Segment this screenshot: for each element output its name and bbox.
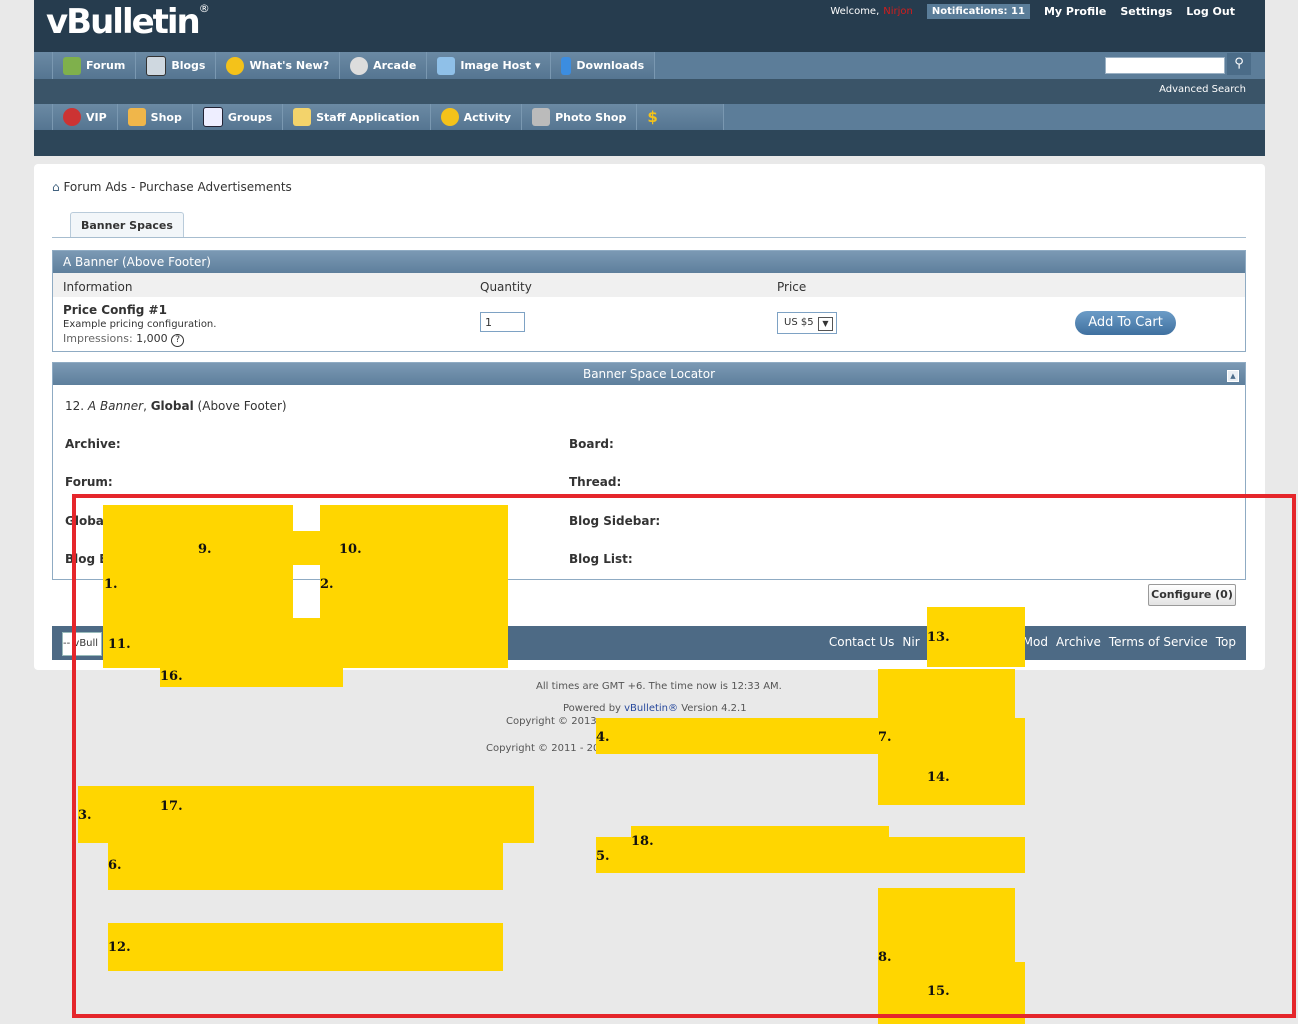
help-icon[interactable]: ? <box>171 334 185 347</box>
price-config-desc: Example pricing configuration. <box>63 319 217 330</box>
home-icon[interactable]: ⌂ <box>52 180 60 194</box>
staff-icon <box>293 108 312 126</box>
welcome-text: Welcome, <box>830 6 880 17</box>
red-frame <box>72 494 1296 1018</box>
board-label: Board: <box>569 437 614 451</box>
top-user-links: Welcome, Nirjon Notifications: 11 My Pro… <box>830 4 1235 19</box>
price-select[interactable]: US $5 ▼ <box>777 312 837 334</box>
add-to-cart-button[interactable]: Add To Cart <box>1075 311 1176 335</box>
price-config-name: Price Config #1 <box>63 303 167 317</box>
photo-shop-icon <box>532 108 551 126</box>
column-header-row <box>53 273 1245 297</box>
tab-downloads[interactable]: Downloads <box>551 52 656 79</box>
shop-icon <box>127 108 146 126</box>
tab-activity[interactable]: Activity <box>430 104 523 130</box>
tab-vip[interactable]: VIP <box>53 104 118 130</box>
locator-line: 12. A Banner, Global (Above Footer) <box>65 399 287 413</box>
site-header: vBulletin® Welcome, Nirjon Notifications… <box>34 0 1265 156</box>
col-price: Price <box>777 280 807 294</box>
tab-image-host[interactable]: Image Host ▾ <box>427 52 552 79</box>
log-out-link[interactable]: Log Out <box>1186 5 1235 18</box>
tab-forum[interactable]: Forum <box>53 52 137 79</box>
forum-label: Forum: <box>65 475 113 489</box>
blogs-icon <box>146 55 167 76</box>
new-icon <box>226 56 245 75</box>
download-arrow-icon <box>561 56 572 75</box>
tab-divider <box>52 237 1246 238</box>
vip-icon <box>63 108 81 126</box>
impressions-row: Impressions: 1,000 ? <box>63 332 185 347</box>
tab-arcade[interactable]: Arcade <box>340 52 428 79</box>
search-icon[interactable]: ⚲ <box>1227 53 1251 75</box>
advanced-search-link[interactable]: Advanced Search <box>1159 84 1246 95</box>
col-quantity: Quantity <box>480 280 532 294</box>
tab-staff-application[interactable]: Staff Application <box>283 104 431 130</box>
nav-substrip <box>34 79 1265 104</box>
tab-donate[interactable]: $ <box>637 104 725 130</box>
vbulletin-logo[interactable]: vBulletin® <box>46 2 210 42</box>
image-host-icon <box>437 56 456 75</box>
tab-groups[interactable]: Groups <box>192 104 284 130</box>
activity-icon <box>440 108 459 126</box>
secondary-nav: VIP Shop Groups Staff Application Activi… <box>34 104 1265 130</box>
chevron-down-icon: ▼ <box>818 317 833 331</box>
tab-photo-shop[interactable]: Photo Shop <box>522 104 638 130</box>
col-information: Information <box>63 280 133 294</box>
locator-title: Banner Space Locator <box>53 363 1245 385</box>
archive-label: Archive: <box>65 437 121 451</box>
search-input[interactable] <box>1105 57 1225 74</box>
notifications-menu[interactable]: Notifications: 11 <box>926 4 1030 19</box>
my-profile-link[interactable]: My Profile <box>1044 5 1106 18</box>
tab-blogs[interactable]: Blogs <box>136 52 217 79</box>
tab-whats-new[interactable]: What's New? <box>216 52 341 79</box>
thread-label: Thread: <box>569 475 622 489</box>
breadcrumb: ⌂ Forum Ads - Purchase Advertisements <box>52 180 292 194</box>
tab-shop[interactable]: Shop <box>117 104 193 130</box>
nav-bottom-strip <box>34 130 1265 156</box>
forum-icon <box>63 56 81 75</box>
dollar-icon: $ <box>647 108 658 126</box>
primary-nav: Forum Blogs What's New? Arcade Image Hos… <box>34 52 1265 79</box>
quantity-input[interactable]: 1 <box>480 312 525 332</box>
arcade-icon <box>350 56 369 75</box>
banner-purchase-block: A Banner (Above Footer) Information Quan… <box>52 250 1246 352</box>
tab-banner-spaces[interactable]: Banner Spaces <box>70 212 184 238</box>
username-link[interactable]: Nirjon <box>883 6 913 17</box>
groups-icon <box>202 107 223 127</box>
settings-link[interactable]: Settings <box>1120 5 1172 18</box>
collapse-icon[interactable]: ▲ <box>1227 370 1239 382</box>
banner-block-title: A Banner (Above Footer) <box>53 251 1245 273</box>
